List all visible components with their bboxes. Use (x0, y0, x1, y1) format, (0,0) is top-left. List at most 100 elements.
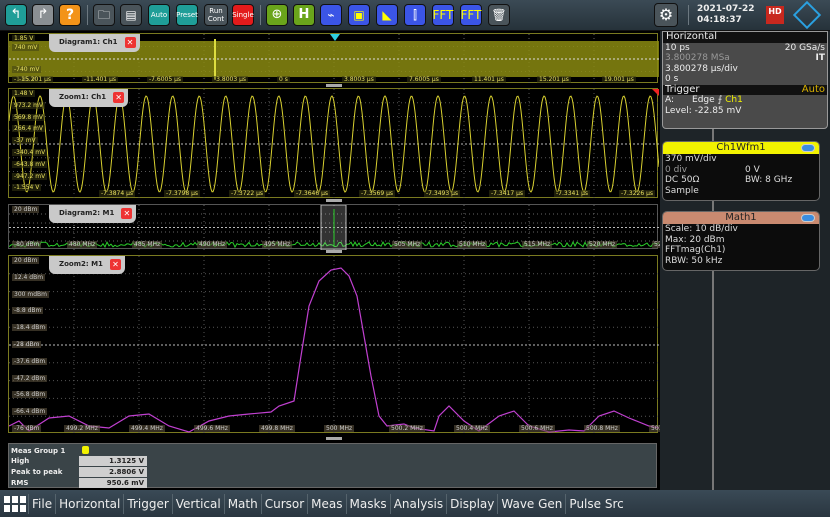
resolution: 10 ps (665, 43, 690, 54)
fft-button[interactable]: FFT (432, 4, 454, 26)
menu-analysis[interactable]: Analysis (390, 494, 446, 514)
zoom-icon[interactable]: ⊕ (266, 4, 288, 26)
hd-badge: HD (766, 6, 784, 24)
y-tick-label: -8.8 dBm (12, 307, 43, 314)
menu-file[interactable]: File (28, 494, 55, 514)
y-tick-label: -740 mV (12, 66, 41, 73)
menu-math[interactable]: Math (224, 494, 261, 514)
x-tick-label: 11.401 µs (472, 76, 506, 83)
mask-icon[interactable]: ▣ (348, 4, 370, 26)
close-icon[interactable]: ✕ (121, 208, 132, 219)
help-button[interactable]: ? (59, 4, 81, 26)
ch1-signal-box[interactable]: Ch1Wfm1 370 mV/div 0 div 0 V DC 50Ω BW: 8 … (662, 141, 820, 201)
x-tick-label: 500.4 MHz (454, 425, 490, 432)
meas-group-title: Meas Group 1 (11, 446, 65, 456)
fft-spectrum-button[interactable]: FFT (460, 4, 482, 26)
math1-signal-box[interactable]: Math1 Scale: 10 dB/div Max: 20 dBm FFTma… (662, 211, 820, 271)
menu-vertical[interactable]: Vertical (172, 494, 224, 514)
diagram1-tab[interactable]: Diagram1: Ch1 ✕ (49, 34, 140, 52)
trash-icon[interactable]: 🗑 (488, 4, 510, 26)
undo-icon[interactable]: ↰ (5, 4, 27, 26)
minimize-toggle[interactable] (801, 144, 815, 152)
x-tick-label: 510 MHz (457, 241, 487, 248)
menu-pulse-src[interactable]: Pulse Src (565, 494, 626, 514)
zoom2-panel[interactable]: Zoom2: M1 ✕ 20 dBm 12.4 dBm 300 mdBm -8.8 dB… (8, 255, 658, 433)
x-tick-label: 499.6 MHz (194, 425, 230, 432)
resize-handle[interactable] (326, 437, 342, 440)
resize-handle[interactable] (326, 84, 342, 87)
y-tick-label: -56.8 dBm (12, 391, 47, 398)
y-tick-label: -643.8 mV (12, 161, 47, 168)
measure-icon[interactable]: ⫿ (404, 4, 426, 26)
resize-handle[interactable] (326, 250, 342, 253)
menu-display[interactable]: Display (446, 494, 497, 514)
histogram-icon[interactable]: ◣ (376, 4, 398, 26)
x-tick-label: 490 MHz (197, 241, 227, 248)
zoom1-panel[interactable]: Zoom1: Ch1 ✕ 1.48 V 973.2 mV 569.8 mV 266.4 … (8, 88, 658, 198)
x-tick-label: -7.3341 µs (554, 190, 590, 197)
y-tick-label: -947.2 mV (12, 173, 47, 180)
x-tick-label: -7.3226 µs (619, 190, 655, 197)
time-scale: 3.800278 µs/div (665, 64, 738, 75)
diagram2-tab[interactable]: Diagram2: M1 ✕ (49, 205, 136, 223)
meas-name-rms: RMS (11, 478, 28, 488)
y-tick-label: -47.2 dBm (12, 375, 47, 382)
y-tick-label: -66.4 dBm (12, 408, 47, 415)
menu-cursor[interactable]: Cursor (261, 494, 307, 514)
minimize-toggle[interactable] (801, 214, 815, 222)
zoom2-spectrum (9, 256, 659, 434)
y-tick-label: -28 dBm (12, 341, 41, 348)
x-tick-label: 500.2 MHz (389, 425, 425, 432)
diagram2-panel[interactable]: Diagram2: M1 ✕ 20 dBm -80 dBm 480 MHz 485 MH… (8, 204, 658, 249)
close-icon[interactable]: ✕ (125, 37, 136, 48)
y-tick-label: 266.4 mV (12, 125, 45, 132)
horizontal-trigger-box[interactable]: Horizontal 10 ps 20 GSa/s 3.800278 MSa IT … (662, 31, 828, 129)
y-tick-label: 1.85 V (12, 35, 35, 42)
trigger-prefix: A: (665, 95, 674, 106)
run-cont-button[interactable]: Run Cont (204, 4, 228, 26)
report-icon[interactable]: ▤ (120, 4, 142, 26)
x-tick-label: 495 MHz (262, 241, 292, 248)
meas-name-high: High (11, 456, 29, 466)
y-tick-label: -76 dBm (12, 425, 41, 432)
x-tick-label: 3.8003 µs (342, 76, 376, 83)
x-tick-label: 499.8 MHz (259, 425, 295, 432)
menu-masks[interactable]: Masks (346, 494, 390, 514)
auto-button[interactable]: Auto (148, 4, 170, 26)
trigger-position-marker (330, 34, 340, 41)
x-tick-label: 520 MHz (587, 241, 617, 248)
resize-handle[interactable] (326, 199, 342, 202)
diagram1-panel[interactable]: Diagram1: Ch1✕ 1.85 V740 mV-740 mV-1.85 … (8, 33, 658, 83)
preset-button[interactable]: Preset (176, 4, 198, 26)
toolbar: ↰ ↱ ? 🗀 ▤ Auto Preset Run Cont Single ⊕ … (0, 0, 830, 31)
menu-trigger[interactable]: Trigger (123, 494, 171, 514)
gear-icon[interactable]: ⚙ (654, 3, 678, 27)
redo-icon[interactable]: ↱ (32, 4, 54, 26)
menu-wave-gen[interactable]: Wave Gen (497, 494, 565, 514)
x-tick-label: -7.3569 µs (359, 190, 395, 197)
zoom2-tab[interactable]: Zoom2: M1 ✕ (49, 256, 125, 274)
ch1-bandwidth: BW: 8 GHz (745, 175, 792, 186)
y-tick-label: 20 dBm (12, 206, 39, 213)
menu-horizontal[interactable]: Horizontal (55, 494, 123, 514)
trigger-type: Edge (692, 95, 715, 105)
close-icon[interactable]: ✕ (113, 92, 124, 103)
diagram1-tab-label: Diagram1: Ch1 (59, 38, 118, 46)
math1-function: FFTmag(Ch1) (665, 245, 725, 256)
x-tick-label: -15.201 µs (17, 76, 53, 83)
horizontal-title: Horizontal (663, 32, 827, 43)
zoom1-tab[interactable]: Zoom1: Ch1 ✕ (49, 89, 128, 107)
folder-icon[interactable]: 🗀 (93, 4, 115, 26)
ch1-scale: 370 mV/div (665, 154, 717, 165)
binocular-icon[interactable]: H (293, 4, 315, 26)
x-tick-label: 499.4 MHz (129, 425, 165, 432)
y-tick-label: 740 mV (12, 44, 39, 51)
close-icon[interactable]: ✕ (110, 259, 121, 270)
menu-meas[interactable]: Meas (307, 494, 345, 514)
y-tick-label: -37 mV (12, 137, 38, 144)
apps-grid-icon[interactable] (0, 494, 28, 514)
single-button[interactable]: Single (232, 4, 254, 26)
math1-max: Max: 20 dBm (665, 235, 724, 246)
meas-source-indicator (82, 446, 89, 454)
cursor-icon[interactable]: ⌁ (320, 4, 342, 26)
